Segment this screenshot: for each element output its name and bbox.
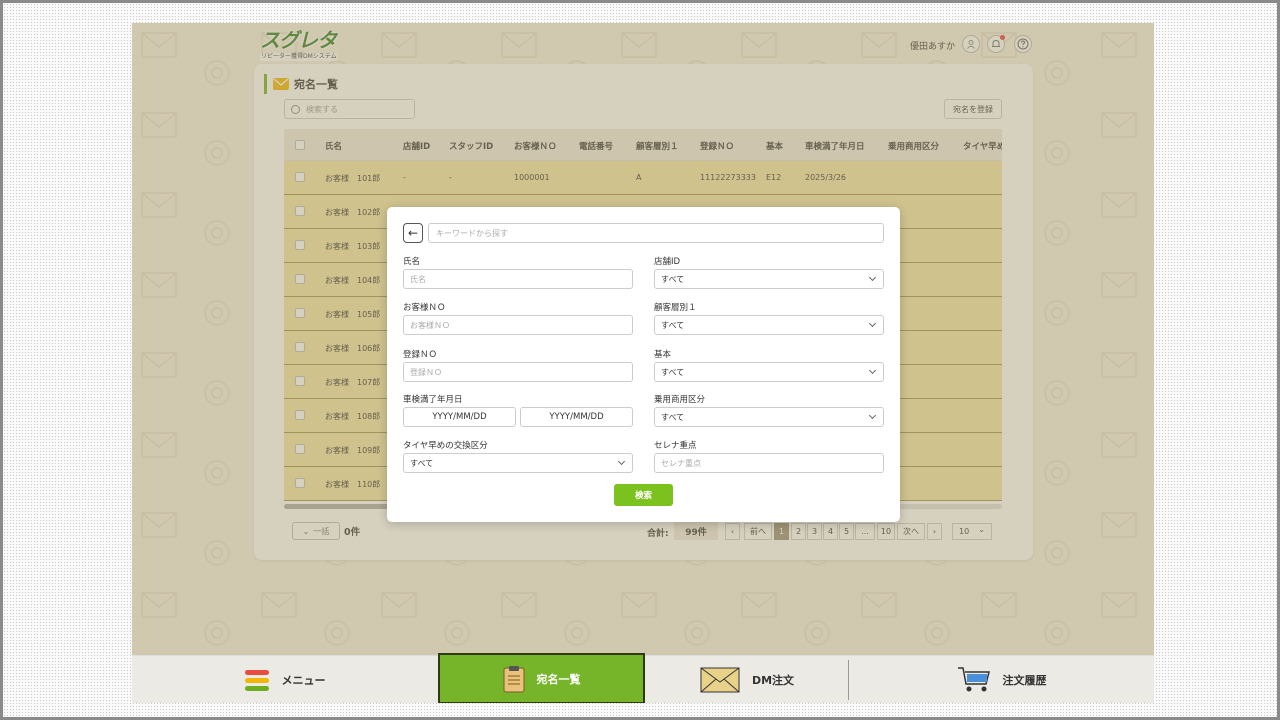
nav-dm-order[interactable]: DM注文: [646, 656, 848, 703]
reg-no-label: 登録ＮＯ: [403, 350, 438, 360]
nav-address-list[interactable]: 宛名一覧: [438, 653, 645, 703]
tier-value: すべて: [661, 320, 685, 330]
basic-value: すべて: [661, 367, 685, 377]
nav-order-history-label: 注文履歴: [1002, 674, 1047, 687]
store-id-label: 店舗ID: [654, 257, 681, 267]
keyword-search-input[interactable]: キーワードから探す: [428, 223, 884, 243]
chevron-down-icon: [617, 457, 626, 466]
clipboard-icon: [503, 665, 524, 692]
nav-menu-label: メニュー: [281, 674, 326, 687]
serena-label: セレナ重点: [654, 441, 697, 451]
store-id-select[interactable]: すべて: [654, 269, 884, 289]
envelope-icon: [700, 667, 740, 693]
vehicle-type-select[interactable]: すべて: [654, 407, 884, 427]
name-field[interactable]: 氏名: [403, 269, 633, 289]
nav-dm-order-label: DM注文: [751, 674, 795, 687]
store-id-value: すべて: [661, 274, 685, 284]
serena-placeholder: セレナ重点: [661, 458, 701, 468]
bottom-nav: メニュー 宛名一覧 DM注文 注文履歴: [132, 653, 1154, 703]
chevron-down-icon: [868, 366, 877, 375]
tire-change-label: タイヤ早めの交換区分: [403, 441, 488, 451]
search-button[interactable]: 検索: [614, 484, 673, 506]
reg-no-placeholder: 登録ＮＯ: [410, 367, 442, 377]
basic-label: 基本: [654, 350, 672, 360]
tire-change-select[interactable]: すべて: [403, 453, 633, 473]
inspection-date-to[interactable]: YYYY/MM/DD: [520, 407, 633, 427]
vehicle-type-value: すべて: [661, 412, 685, 422]
chevron-down-icon: [868, 273, 877, 282]
back-arrow-icon[interactable]: ←: [403, 223, 423, 243]
vehicle-type-label: 乗用商用区分: [654, 395, 706, 405]
tire-change-value: すべて: [410, 458, 434, 468]
menu-icon: [244, 670, 269, 691]
inspection-date-from[interactable]: YYYY/MM/DD: [403, 407, 516, 427]
chevron-down-icon: [868, 319, 877, 328]
chevron-down-icon: [868, 411, 877, 420]
serena-field[interactable]: セレナ重点: [654, 453, 884, 473]
search-modal: ← キーワードから探す 氏名 氏名 店舗ID すべて お客様ＮＯ お客様ＮＯ 顧…: [387, 207, 900, 522]
basic-select[interactable]: すべて: [654, 362, 884, 382]
tier-select[interactable]: すべて: [654, 315, 884, 335]
customer-no-field[interactable]: お客様ＮＯ: [403, 315, 633, 335]
name-placeholder: 氏名: [410, 274, 426, 284]
customer-no-placeholder: お客様ＮＯ: [410, 320, 450, 330]
nav-address-list-label: 宛名一覧: [536, 672, 581, 686]
reg-no-field[interactable]: 登録ＮＯ: [403, 362, 633, 382]
nav-order-history[interactable]: 注文履歴: [849, 656, 1154, 703]
screenshot-frame: スグレタ リピーター獲得DMシステム 優田あすか 宛名一覧 検索する 宛名を登録: [0, 0, 1280, 720]
customer-no-label: お客様ＮＯ: [403, 303, 446, 313]
cart-icon: [957, 667, 990, 692]
nav-menu[interactable]: メニュー: [132, 656, 437, 703]
tier-label: 顧客層別１: [654, 303, 697, 313]
name-label: 氏名: [403, 257, 421, 267]
inspection-date-label: 車検満了年月日: [403, 395, 463, 405]
keyword-placeholder: キーワードから探す: [436, 228, 508, 238]
